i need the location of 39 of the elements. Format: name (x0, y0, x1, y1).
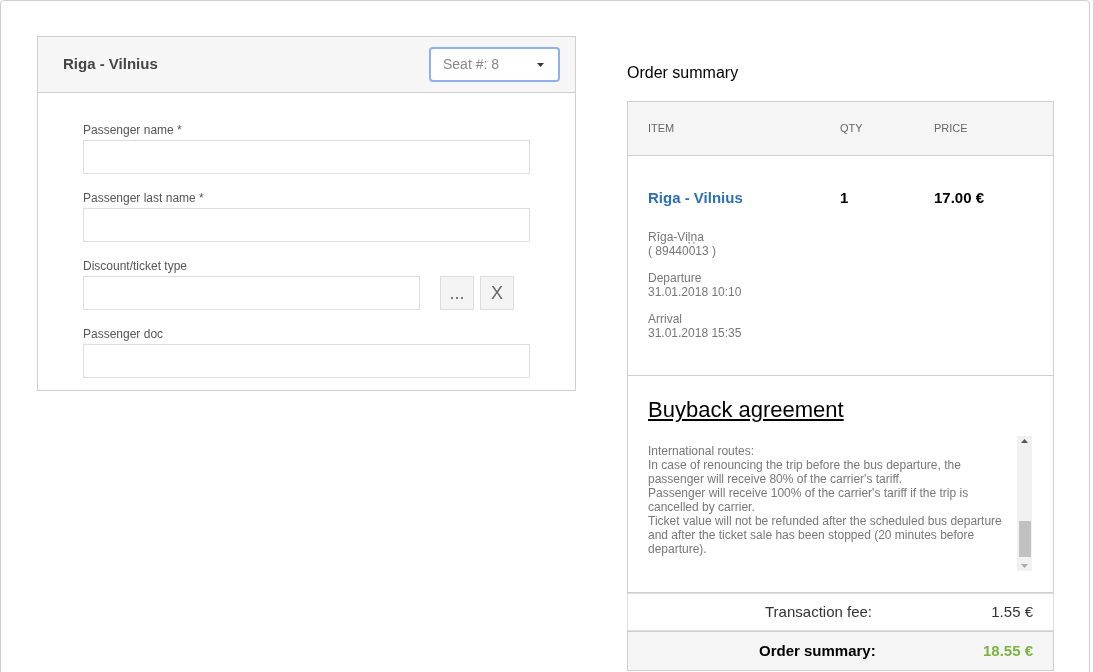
item-price: 17.00 € (934, 187, 985, 208)
scroll-up-icon (1021, 439, 1028, 443)
column-header: QTY (840, 121, 864, 137)
field-label: Passenger doc (83, 326, 165, 340)
detail-value: 31.01.2018 15:35 (648, 326, 743, 340)
input-field[interactable] (83, 208, 530, 242)
scrollbar[interactable] (1017, 436, 1032, 571)
route-code: ( 89440013 ) (648, 244, 718, 258)
agreement-text: International routes: (648, 444, 756, 458)
total-value: 18.55 € (982, 640, 1033, 661)
fee-label: Transaction fee: (765, 601, 872, 622)
agreement-text: Passenger will receive 100% of the carrier's tariff if the trip is cancelled by carrier. (648, 486, 970, 514)
detail-label: Arrival (648, 312, 683, 326)
picker-button[interactable]: X (480, 276, 514, 310)
picker-button[interactable]: ... (440, 276, 474, 310)
scroll-thumb[interactable] (1018, 520, 1031, 557)
field-label: Passenger last name * (83, 190, 205, 204)
input-field[interactable] (83, 140, 530, 174)
agreement-text: Ticket value will not be refunded after the scheduled bus departure and after the ticket sale has been stopped (20 minutes before departure). (648, 514, 1003, 556)
total-label: Order summary: (759, 640, 876, 661)
route-name: Rīga-Viļņa (648, 230, 705, 244)
scroll-down-icon (1021, 564, 1028, 568)
input-field[interactable] (83, 344, 530, 378)
item-qty: 1 (840, 187, 850, 208)
fee-value: 1.55 € (991, 601, 1033, 622)
field-label: Passenger name * (83, 122, 183, 136)
summary-title: Order summary (627, 63, 740, 81)
detail-label: Departure (648, 271, 703, 285)
input-field[interactable] (83, 276, 420, 310)
column-header: PRICE (934, 121, 968, 137)
caret-icon (537, 62, 544, 67)
detail-value: 31.01.2018 10:10 (648, 285, 743, 299)
field-label: Discount/ticket type (83, 258, 189, 272)
item-link[interactable]: Riga - Vilnius (648, 186, 840, 210)
agreement-title: Buyback agreement (648, 396, 845, 424)
trip-title: Riga - Vilnius (63, 54, 158, 75)
agreement-text: In case of renouncing the trip before the bus departure, the passenger will receive 80% of the carrier's tariff. (648, 458, 962, 486)
column-header: ITEM (648, 121, 676, 137)
seat-select[interactable]: Seat #: 8 (429, 47, 560, 82)
